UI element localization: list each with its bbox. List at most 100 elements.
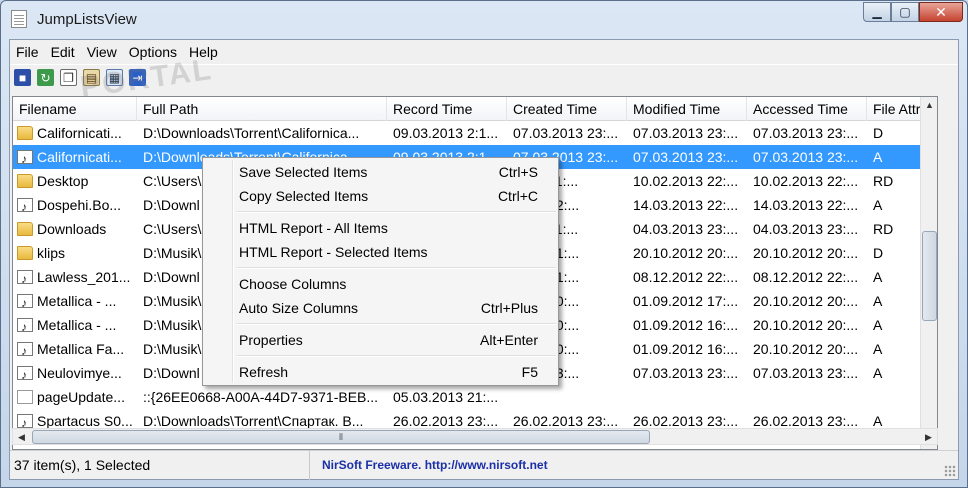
table-cell: 07.03.2013 23:...: [513, 125, 619, 141]
table-cell: 20.10.2012 20:...: [753, 293, 859, 309]
client-area: File Edit View Options Help ■ ↻ ❐ ▤ ▦ ⇥ PORTAL Fi…: [9, 39, 959, 480]
table-cell: 20.10.2012 20:...: [753, 341, 859, 357]
table-row[interactable]: pageUpdate...::{26EE0668-A00A-44D7-9371-…: [13, 385, 937, 409]
context-item-save-selected-items[interactable]: Save Selected Items Ctrl+S: [203, 160, 558, 184]
scroll-right-arrow-icon[interactable]: ▶: [920, 429, 937, 446]
maximize-button[interactable]: ▢: [891, 2, 919, 22]
filename-text: Metallica - ...: [37, 317, 117, 333]
horizontal-scrollbar[interactable]: ◀ ⦀ ▶: [12, 428, 938, 445]
close-icon: ✕: [935, 3, 947, 20]
table-cell: 20.10.2012 20:...: [753, 317, 859, 333]
close-button[interactable]: ✕: [919, 2, 963, 22]
status-bar: 37 item(s), 1 Selected NirSoft Freeware.…: [10, 450, 958, 480]
column-header-accessed-time[interactable]: Accessed Time: [747, 97, 867, 121]
table-cell: klips: [13, 241, 137, 265]
table-row[interactable]: Californicati... D:\Downloads\Torrent\Cal…: [13, 121, 937, 145]
filename-text: Californicati...: [37, 149, 122, 165]
table-cell: D:\Downloads\Torrent\Californica...: [143, 125, 360, 141]
table-cell: 20.10.2012 20:...: [753, 245, 859, 261]
copy-icon[interactable]: ❐: [60, 69, 77, 86]
context-item-choose-columns[interactable]: Choose Columns: [203, 272, 558, 296]
column-header-record-time[interactable]: Record Time: [387, 97, 507, 121]
audio-file-icon: [17, 291, 33, 313]
vertical-scrollbar[interactable]: ▲ ▼: [920, 97, 937, 449]
table-cell: Metallica Fa...: [13, 337, 137, 361]
folder-icon: [17, 246, 33, 260]
menu-file[interactable]: File: [10, 44, 45, 60]
save-icon[interactable]: ■: [14, 69, 31, 86]
context-item-copy-selected-items[interactable]: Copy Selected Items Ctrl+C: [203, 184, 558, 208]
filename-text: klips: [37, 245, 66, 261]
column-header: Filename Full Path Record Time Created Time…: [13, 97, 937, 121]
context-item-html-report-selected-items[interactable]: HTML Report - Selected Items: [203, 240, 558, 264]
context-item-shortcut: Alt+Enter: [480, 332, 538, 348]
context-item-properties[interactable]: Properties Alt+Enter: [203, 328, 558, 352]
column-header-modified-time[interactable]: Modified Time: [627, 97, 747, 121]
column-header-created-time[interactable]: Created Time: [507, 97, 627, 121]
filename-text: Neulovimye...: [37, 365, 122, 381]
minimize-button[interactable]: ▁: [863, 2, 891, 22]
filename-text: Dospehi.Bo...: [37, 197, 122, 213]
filename-text: Downloads: [37, 221, 107, 237]
table-cell: Californicati...: [13, 121, 137, 145]
filename-text: pageUpdate...: [37, 389, 125, 405]
table-cell: Metallica - ...: [13, 313, 137, 337]
context-item-auto-size-columns[interactable]: Auto Size Columns Ctrl+Plus: [203, 296, 558, 320]
filename-text: Californicati...: [37, 125, 122, 141]
table-cell: Californicati...: [13, 145, 137, 169]
table-cell: 09.03.2013 2:1...: [393, 125, 499, 141]
context-item-shortcut: Ctrl+S: [498, 164, 538, 180]
context-item-label: Properties: [239, 332, 303, 348]
refresh-icon[interactable]: ↻: [37, 69, 54, 86]
status-item-count: 37 item(s), 1 Selected: [10, 450, 310, 480]
column-header-filename[interactable]: Filename: [13, 97, 137, 121]
menu-view[interactable]: View: [81, 44, 123, 60]
filename-text: Desktop: [37, 173, 89, 189]
audio-file-icon: [17, 147, 33, 169]
column-header-full-path[interactable]: Full Path: [137, 97, 387, 121]
table-cell: Downloads: [13, 217, 137, 241]
table-cell: 05.03.2013 21:...: [393, 389, 499, 405]
app-window: JumpListsView ▁ ▢ ✕ File Edit View Options H…: [0, 0, 968, 488]
table-cell: 04.03.2013 23:...: [753, 221, 859, 237]
folder-icon: [17, 126, 33, 140]
context-item-shortcut: Ctrl+C: [497, 188, 538, 204]
menu-edit[interactable]: Edit: [45, 44, 81, 60]
context-item-shortcut: F5: [521, 364, 538, 380]
table-cell: 01.09.2012 16:...: [633, 317, 739, 333]
table-cell: 07.03.2013 23:...: [753, 149, 859, 165]
menu-separator: [236, 264, 556, 272]
audio-file-icon: [17, 363, 33, 385]
context-item-refresh[interactable]: Refresh F5: [203, 360, 558, 384]
context-item-label: Auto Size Columns: [239, 300, 359, 316]
table-cell: [507, 385, 627, 409]
table-cell: 04.03.2013 23:...: [633, 221, 739, 237]
nirsoft-link[interactable]: NirSoft Freeware. http://www.nirsoft.net: [310, 458, 548, 472]
context-item-label: Refresh: [239, 364, 289, 380]
filename-text: Lawless_201...: [37, 269, 131, 285]
audio-file-icon: [17, 411, 33, 433]
table-cell: Lawless_201...: [13, 265, 137, 289]
scrollbar-corner: [938, 428, 956, 445]
maximize-icon: ▢: [899, 5, 911, 19]
table-cell: Dospehi.Bo...: [13, 193, 137, 217]
context-menu: Save Selected Items Ctrl+S Copy Selected I…: [202, 157, 559, 386]
context-item-label: Save Selected Items: [239, 164, 368, 180]
table-cell: 10.02.2013 22:...: [633, 173, 739, 189]
table-cell: 14.03.2013 22:...: [633, 197, 739, 213]
context-item-label: HTML Report - Selected Items: [239, 244, 428, 260]
context-item-html-report-all-items[interactable]: HTML Report - All Items: [203, 216, 558, 240]
audio-file-icon: [17, 195, 33, 217]
context-item-label: Choose Columns: [239, 276, 347, 292]
scroll-up-arrow-icon[interactable]: ▲: [921, 97, 937, 114]
scroll-left-arrow-icon[interactable]: ◀: [13, 429, 30, 446]
resize-grip-icon[interactable]: [944, 465, 956, 477]
filename-text: Metallica Fa...: [37, 341, 125, 357]
title-bar[interactable]: JumpListsView ▁ ▢ ✕: [1, 1, 967, 39]
menu-separator: [236, 352, 556, 360]
vertical-scroll-thumb[interactable]: [922, 231, 937, 321]
table-cell: 08.12.2012 22:...: [633, 269, 739, 285]
table-cell: 07.03.2013 23:...: [633, 365, 739, 381]
table-cell: 01.09.2012 16:...: [633, 341, 739, 357]
horizontal-scroll-thumb[interactable]: ⦀: [32, 430, 650, 444]
